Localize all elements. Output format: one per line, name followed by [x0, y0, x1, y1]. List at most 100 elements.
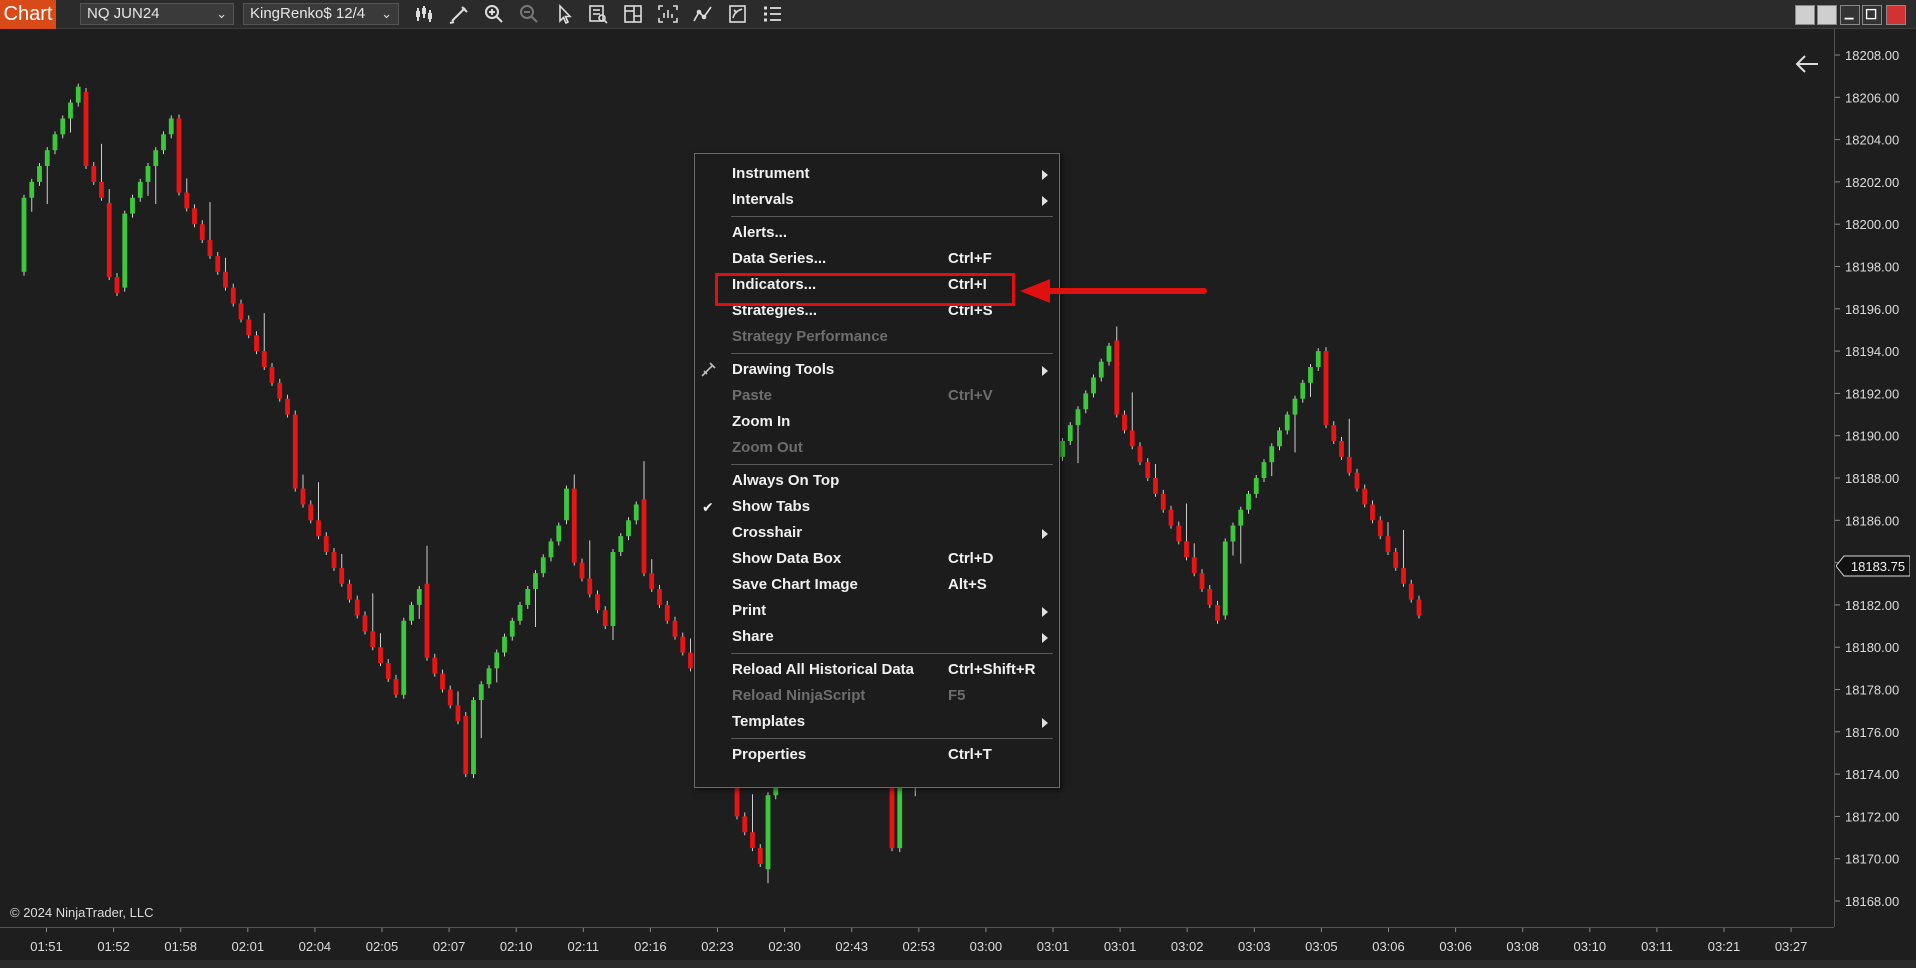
chart-tab[interactable]: Chart: [0, 0, 56, 29]
menu-item-crosshair[interactable]: Crosshair: [695, 520, 1059, 546]
candle-down: [269, 366, 275, 383]
candle-up: [44, 150, 50, 167]
menu-item-shortcut: Ctrl+Shift+R: [948, 661, 1036, 678]
price-tick-label: 18172.00: [1845, 809, 1899, 824]
screenshot-icon[interactable]: [655, 3, 681, 25]
chart-properties-icon[interactable]: [620, 3, 646, 25]
candle-up: [1253, 478, 1259, 494]
menu-item-strategies[interactable]: Strategies... Ctrl+S: [695, 298, 1059, 324]
candle-up: [1284, 414, 1290, 431]
menu-item-always-on-top[interactable]: Always On Top: [695, 468, 1059, 494]
candle-up: [564, 488, 569, 521]
menu-item-shortcut: Ctrl+S: [948, 302, 993, 319]
price-tick-label: 18180.00: [1845, 640, 1899, 655]
menu-item-instrument[interactable]: Instrument: [695, 161, 1059, 187]
candle-down: [587, 578, 593, 595]
candle-down: [370, 631, 376, 648]
bar-type-icon[interactable]: [412, 3, 438, 25]
menu-item-reload-all-historical-data[interactable]: Reload All Historical Data Ctrl+Shift+R: [695, 657, 1059, 683]
price-tick-label: 18204.00: [1845, 133, 1899, 148]
time-tick-label: 03:27: [1775, 939, 1808, 954]
menu-item-label: Show Data Box: [732, 550, 842, 567]
menu-item-drawing-tools[interactable]: Drawing Tools: [695, 357, 1059, 383]
candle-down: [1184, 541, 1189, 558]
menu-item-show-data-box[interactable]: Show Data Box Ctrl+D: [695, 546, 1059, 572]
price-tick-label: 18202.00: [1845, 175, 1899, 190]
menu-item-alerts[interactable]: Alerts...: [695, 220, 1059, 246]
candle-down: [742, 816, 748, 833]
candle-up: [556, 525, 562, 542]
pencil-draw-icon[interactable]: [446, 3, 472, 25]
pointer-icon[interactable]: [551, 3, 577, 25]
candle-down: [1416, 599, 1422, 616]
time-tick-label: 02:11: [568, 939, 600, 954]
candle-up: [1238, 509, 1244, 526]
menu-item-label: Indicators...: [732, 276, 817, 293]
list-icon[interactable]: [760, 3, 786, 25]
candle-up: [1315, 351, 1321, 367]
menu-item-show-tabs[interactable]: ✔ Show Tabs: [695, 494, 1059, 520]
interval-value: KingRenko$ 12/4: [250, 5, 366, 22]
time-tick-label: 02:30: [768, 939, 801, 954]
menu-item-zoom-in[interactable]: Zoom In: [695, 409, 1059, 435]
menu-item-intervals[interactable]: Intervals: [695, 187, 1059, 213]
time-tick-label: 03:01: [1037, 939, 1070, 954]
candle-up: [153, 150, 159, 167]
candle-up: [68, 102, 73, 119]
menu-item-indicators[interactable]: Indicators... Ctrl+I: [695, 272, 1059, 298]
menu-item-templates[interactable]: Templates: [695, 709, 1059, 735]
candle-down: [641, 499, 647, 574]
candle-up: [416, 589, 422, 605]
candle-down: [285, 398, 290, 415]
candle-up: [1292, 398, 1298, 415]
instrument-selector[interactable]: NQ JUN24 ⌄: [80, 3, 234, 25]
data-box-icon[interactable]: [585, 3, 611, 25]
tile-right-icon[interactable]: [1817, 5, 1837, 25]
interval-selector[interactable]: KingRenko$ 12/4 ⌄: [243, 3, 399, 25]
menu-item-save-chart-image[interactable]: Save Chart Image Alt+S: [695, 572, 1059, 598]
price-axis[interactable]: 18208.00 18206.00 18204.00 18202.00 18200.00…: [1834, 29, 1916, 927]
time-tick-label: 02:10: [500, 939, 533, 954]
candle-down: [649, 573, 655, 590]
menu-item-label: Intervals: [732, 191, 794, 208]
candle-down: [579, 562, 585, 579]
menu-item-properties[interactable]: Properties Ctrl+T: [695, 742, 1059, 768]
submenu-arrow-icon: [1042, 633, 1048, 643]
time-axis[interactable]: 01:51 01:52 01:58 02:01 02:04 02:05 02:07 02:10…: [0, 927, 1834, 960]
candle-down: [114, 277, 120, 293]
zoom-out-icon[interactable]: [516, 3, 542, 25]
menu-item-label: Properties: [732, 746, 807, 763]
menu-item-print[interactable]: Print: [695, 598, 1059, 624]
scrollbar[interactable]: [0, 960, 1916, 968]
menu-item-shortcut: Ctrl+T: [948, 746, 992, 763]
candle-up: [517, 604, 523, 621]
candle-up: [1261, 462, 1267, 478]
candle-down: [1153, 478, 1158, 494]
candle-down: [331, 552, 337, 568]
indicator-icon[interactable]: [725, 3, 751, 25]
candle-down: [1346, 456, 1352, 473]
zoom-in-icon[interactable]: [481, 3, 507, 25]
time-tick-label: 01:52: [97, 939, 130, 954]
close-icon[interactable]: [1886, 5, 1906, 25]
menu-item-data-series[interactable]: Data Series... Ctrl+F: [695, 246, 1059, 272]
candle-down: [672, 620, 678, 637]
time-tick-label: 02:04: [299, 939, 332, 954]
time-tick-label: 02:05: [366, 939, 399, 954]
candle-up: [1106, 345, 1112, 362]
maximize-icon[interactable]: [1862, 5, 1882, 25]
candle-down: [1176, 525, 1182, 542]
menu-item-share[interactable]: Share: [695, 624, 1059, 650]
back-arrow-icon[interactable]: [1793, 52, 1821, 76]
candle-down: [362, 615, 368, 632]
tile-left-icon[interactable]: [1795, 5, 1815, 25]
candle-down: [1137, 446, 1143, 463]
time-tick-label: 01:51: [30, 939, 63, 954]
candle-down: [1401, 567, 1406, 584]
candle-up: [29, 181, 35, 198]
candle-up: [60, 118, 66, 135]
candle-up: [122, 213, 128, 288]
minimize-icon[interactable]: [1840, 5, 1860, 25]
candle-down: [1215, 604, 1220, 621]
strategy-icon[interactable]: [690, 3, 716, 25]
